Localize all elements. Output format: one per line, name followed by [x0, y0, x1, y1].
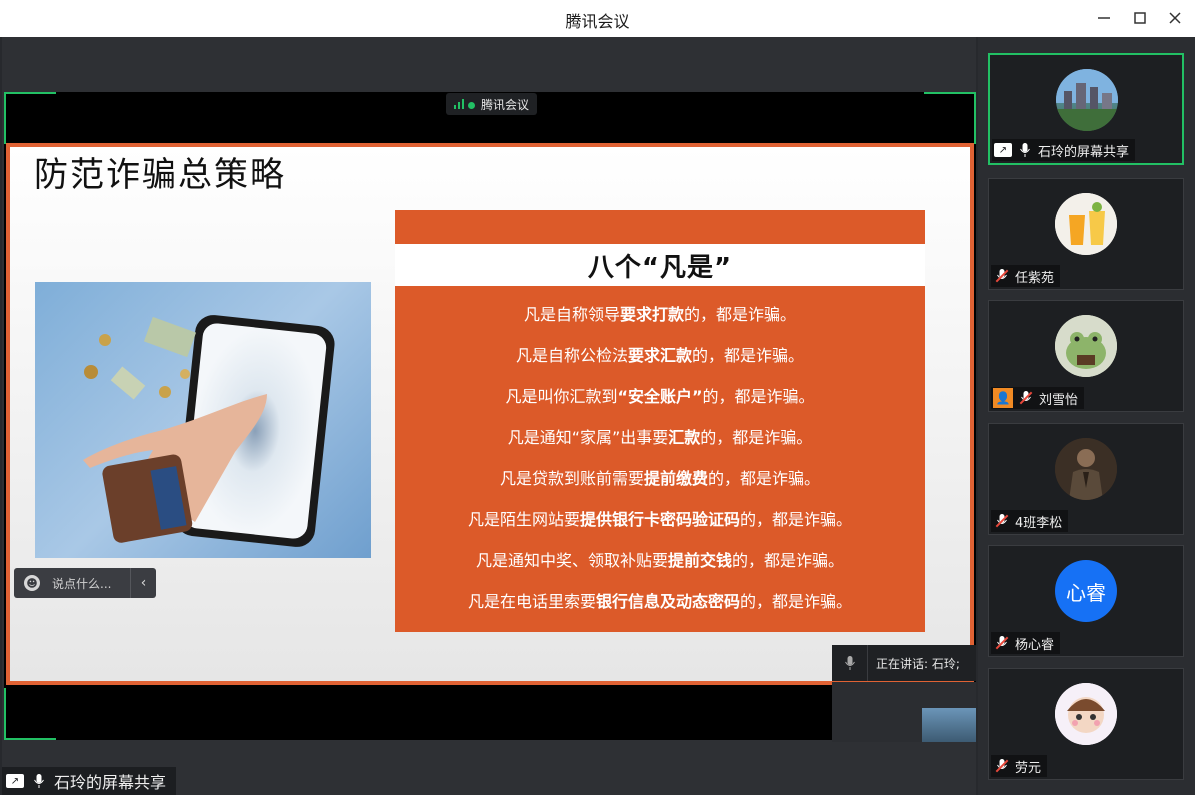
rule-item: 凡是贷款到账前需要 提前缴费 的，都是诈骗。: [499, 468, 821, 488]
participant-name: 劳元: [1015, 760, 1042, 776]
chat-placeholder[interactable]: 说点什么...: [52, 575, 130, 592]
rule-item: 凡是在电话里索要 银行信息及动态密码 的，都是诈骗。: [467, 591, 853, 611]
close-icon[interactable]: [1162, 6, 1188, 30]
maximize-icon[interactable]: [1127, 6, 1153, 30]
share-owner-name: 石玲的屏幕共享: [54, 773, 167, 792]
participant-tile[interactable]: 任紫苑: [988, 178, 1184, 290]
chat-input-box[interactable]: ☻ 说点什么... ‹: [14, 568, 156, 598]
participant-name: 杨心睿: [1015, 637, 1055, 653]
microphone-muted-icon: [1017, 389, 1035, 407]
rule-item: 凡是通知“家属”出事要 汇款 的，都是诈骗。: [507, 427, 813, 447]
share-owner-label: ↗ 石玲的屏幕共享: [2, 767, 177, 795]
microphone-icon: [1016, 141, 1034, 159]
slide-title: 防范诈骗总策略: [34, 155, 286, 195]
participant-tile[interactable]: 👤 刘雪怡: [988, 300, 1184, 412]
avatar: [1055, 193, 1117, 255]
title-bar: 腾讯会议: [0, 0, 1195, 37]
participant-tile[interactable]: 劳元: [988, 668, 1184, 780]
microphone-muted-icon: [993, 267, 1011, 285]
participant-tile[interactable]: ↗ 石玲的屏幕共享: [988, 53, 1184, 165]
screen-share-icon: ↗: [6, 774, 24, 788]
microphone-muted-icon: [993, 634, 1011, 652]
avatar: [1056, 69, 1118, 131]
rules-panel: 八个“凡是” 凡是自称领导 要求打款 的，都是诈骗。 凡是自称公检法 要求汇款 的，都是…: [395, 210, 925, 632]
speaking-indicator: 正在讲话: 石玲;: [832, 645, 976, 681]
minimize-icon[interactable]: [1091, 6, 1117, 30]
rule-item: 凡是自称公检法 要求汇款 的，都是诈骗。: [515, 345, 805, 365]
rules-list: 凡是自称领导 要求打款 的，都是诈骗。 凡是自称公检法 要求汇款 的，都是诈骗。 凡是叫…: [395, 292, 925, 620]
avatar: [1055, 438, 1117, 500]
presentation-slide: 防范诈骗总策略 八个“凡是” 凡是自称领导 要求打款 的，都是诈骗。 凡是自称公…: [6, 143, 974, 685]
focus-corner: [924, 92, 976, 144]
avatar: [1055, 683, 1117, 745]
host-user-icon: 👤: [993, 388, 1013, 408]
participant-label: 杨心睿: [991, 632, 1061, 654]
emoji-icon[interactable]: ☻: [24, 575, 40, 591]
rules-heading-band: 八个“凡是”: [395, 244, 925, 286]
share-badge-label: 腾讯会议: [481, 97, 530, 112]
rule-item: 凡是叫你汇款到 “安全账户” 的，都是诈骗。: [505, 386, 815, 406]
presenter-video-thumbnail: [922, 708, 976, 742]
participant-label: 劳元: [991, 755, 1048, 777]
avatar: [1055, 315, 1117, 377]
slide-image-phone-wallet: [35, 282, 371, 558]
focus-corner: [4, 92, 56, 144]
rule-item: 凡是陌生网站要 提供银行卡密码验证码 的，都是诈骗。: [467, 509, 853, 529]
microphone-muted-icon: [993, 512, 1011, 530]
rule-item: 凡是自称领导 要求打款 的，都是诈骗。: [523, 304, 797, 324]
speaking-text: 正在讲话: 石玲;: [876, 656, 960, 671]
participant-name: 4班李松: [1015, 515, 1063, 531]
participant-label: 4班李松: [991, 510, 1069, 532]
microphone-icon: [832, 645, 868, 681]
participant-label: 👤 刘雪怡: [991, 387, 1085, 409]
participant-tile[interactable]: 心睿 杨心睿: [988, 545, 1184, 657]
app-window: 腾讯会议 腾讯会议 防范诈骗总策略 八个“凡是” 凡是自称领导 要求打款 的，都…: [0, 0, 1195, 795]
microphone-muted-icon: [993, 757, 1011, 775]
focus-corner: [4, 688, 56, 740]
screen-share-area[interactable]: 腾讯会议 防范诈骗总策略 八个“凡是” 凡是自称领导 要求打款 的，都是诈骗。 …: [2, 37, 976, 795]
screen-share-icon: ↗: [994, 143, 1012, 157]
rule-item: 凡是通知中奖、领取补贴要 提前交钱 的，都是诈骗。: [475, 550, 845, 570]
share-badge[interactable]: 腾讯会议: [446, 93, 538, 115]
participant-label: 任紫苑: [991, 265, 1061, 287]
chevron-left-icon[interactable]: ‹: [130, 568, 156, 598]
participant-label: ↗ 石玲的屏幕共享: [992, 139, 1136, 161]
microphone-icon: [30, 772, 48, 790]
participant-name: 任紫苑: [1015, 270, 1055, 286]
participants-sidebar: ↗ 石玲的屏幕共享 任紫苑 👤 刘雪怡 4班李松 心睿 杨心睿 劳元: [978, 37, 1195, 795]
participant-tile[interactable]: 4班李松: [988, 423, 1184, 535]
participant-name: 石玲的屏幕共享: [1038, 144, 1130, 160]
presenter-mini-video[interactable]: [832, 682, 976, 742]
avatar: 心睿: [1055, 560, 1117, 622]
window-title: 腾讯会议: [565, 12, 630, 31]
participant-name: 刘雪怡: [1039, 392, 1079, 408]
signal-icon: [454, 99, 475, 109]
rules-heading: 八个“凡是”: [587, 252, 733, 283]
